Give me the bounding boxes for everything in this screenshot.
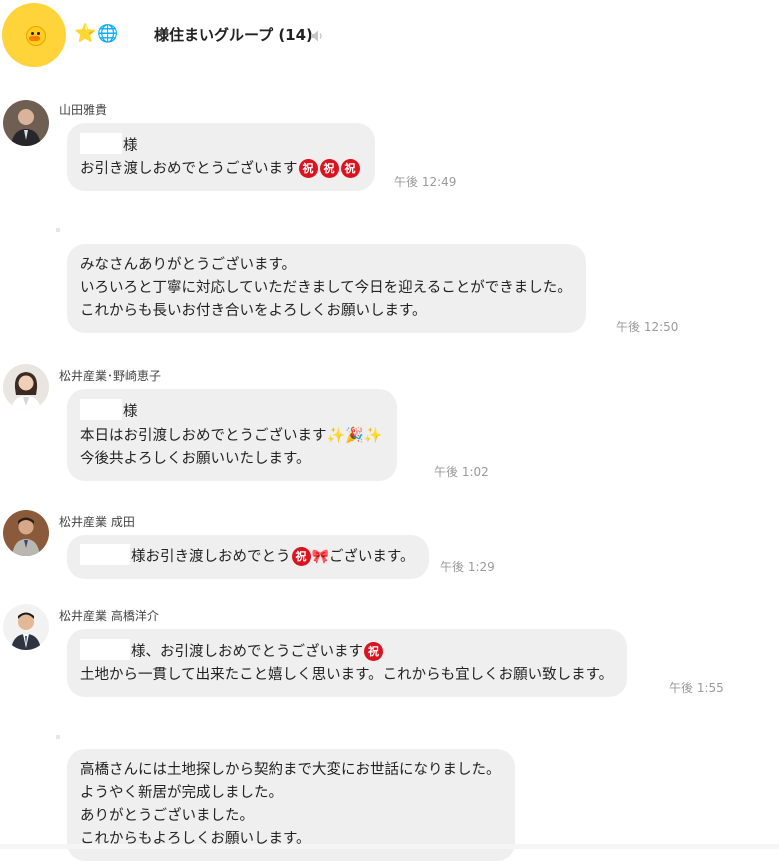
ribbon-emoji: 🎀 — [311, 549, 329, 565]
iwai-emoji: 祝 — [319, 159, 339, 178]
message-text: 土地から一貫して出来たこと嬉しく思います。これからも宜しくお願い致します。 — [80, 667, 614, 683]
message-text: 様、お引渡しおめでとうございます — [131, 644, 363, 660]
sender-name: 松井産業 成田 — [59, 515, 135, 529]
avatar[interactable] — [3, 100, 49, 146]
sender-placeholder — [56, 735, 60, 739]
message-text: 様お引き渡しおめでとう — [131, 549, 291, 565]
iwai-emoji: 祝 — [298, 159, 318, 178]
chick-eye-left — [31, 32, 34, 35]
chick-beak — [29, 36, 40, 41]
message-text: ありがとうございました。 — [80, 808, 254, 824]
message-bubble[interactable]: 様 本日はお引渡しおめでとうございます✨🎉✨ 今後共よろしくお願いいたします。 — [67, 389, 397, 481]
header-badges: ⭐🌐 — [74, 23, 120, 45]
party-popper-emoji: 🎉 — [345, 426, 364, 444]
message-text: 様 — [123, 404, 138, 420]
redacted-name — [80, 399, 122, 420]
chick-eye-right — [37, 32, 40, 35]
mute-icon[interactable] — [309, 28, 325, 44]
timestamp: 午後 1:29 — [440, 560, 495, 574]
message-text: ようやく新居が完成しました。 — [80, 785, 283, 801]
sender-name: 松井産業･野崎恵子 — [59, 369, 162, 383]
message-text: ございます。 — [328, 549, 415, 565]
sparkles-emoji: ✨ — [363, 426, 383, 444]
message-bubble[interactable]: 様、お引渡しおめでとうございます祝 土地から一貫して出来たこと嬉しく思います。こ… — [67, 629, 628, 697]
avatar[interactable] — [3, 604, 49, 650]
timestamp: 午後 1:02 — [434, 465, 489, 479]
timestamp: 午後 12:50 — [616, 320, 679, 334]
message-bubble[interactable]: 様お引き渡しおめでとう祝 🎀ございます。 — [67, 535, 429, 579]
group-title[interactable]: 様住まいグループ (14) — [154, 25, 313, 45]
message-text: 高橋さんには土地探しから契約まで大変にお世話になりました。 — [80, 762, 501, 778]
star-icon: ⭐ — [74, 23, 98, 44]
message-text: 今後共よろしくお願いいたします。 — [80, 451, 311, 467]
message-text: 本日はお引渡しおめでとうございます — [80, 428, 327, 444]
message-text: お引き渡しおめでとうございます — [80, 161, 298, 177]
message-text: 様 — [123, 138, 138, 154]
message-text: みなさんありがとうございます。 — [80, 257, 297, 273]
iwai-emoji: 祝 — [364, 642, 383, 661]
sender-name: 松井産業 高橋洋介 — [59, 609, 159, 623]
timestamp: 午後 12:49 — [394, 175, 457, 189]
sparkles-emoji: ✨ — [326, 426, 346, 444]
sender-name: 山田雅貴 — [59, 103, 108, 117]
chat-header: ⭐🌐 様住まいグループ (14) — [0, 0, 779, 72]
globe-icon: 🌐 — [97, 24, 120, 44]
avatar[interactable] — [3, 364, 49, 410]
sender-placeholder — [56, 228, 60, 232]
message-text: いろいろと丁寧に対応していただきまして今日を迎えることができました。 — [80, 280, 572, 296]
redacted-name — [80, 639, 130, 660]
viewport-edge — [0, 844, 779, 849]
timestamp: 午後 1:55 — [669, 681, 724, 695]
redacted-name — [80, 133, 122, 154]
iwai-emoji: 祝 — [291, 547, 311, 566]
message-bubble[interactable]: 様 お引き渡しおめでとうございます祝祝祝 — [67, 123, 375, 191]
iwai-emoji: 祝 — [340, 159, 360, 178]
avatar[interactable] — [3, 510, 49, 556]
group-avatar[interactable] — [2, 3, 66, 67]
message-bubble[interactable]: みなさんありがとうございます。 いろいろと丁寧に対応していただきまして今日を迎え… — [67, 244, 586, 333]
message-text: これからも長いお付き合いをよろしくお願いします。 — [80, 303, 427, 319]
redacted-name — [80, 544, 130, 565]
